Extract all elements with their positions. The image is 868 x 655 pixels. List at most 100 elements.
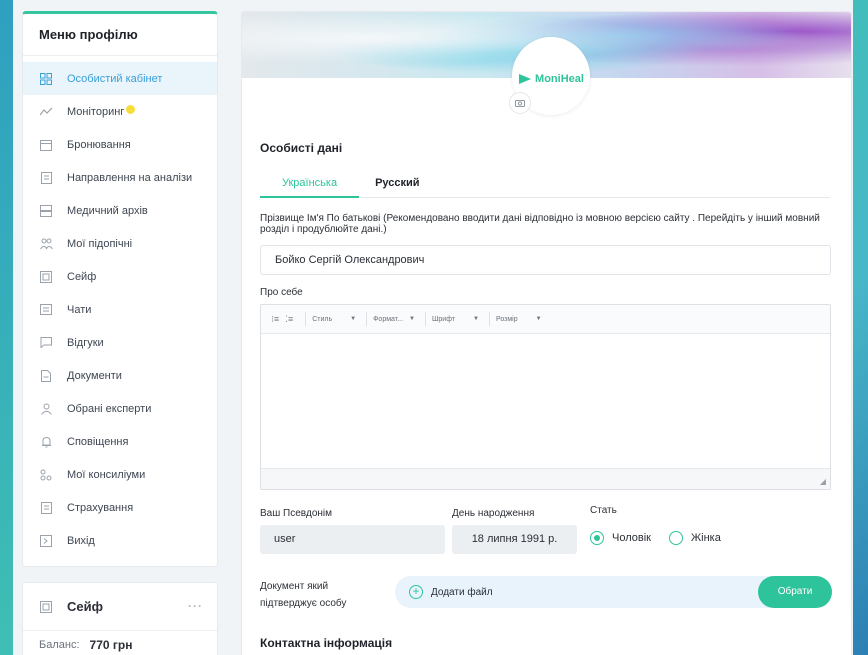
tab-ukrainian[interactable]: Українська xyxy=(260,170,360,198)
sidebar-item-label: Мої консиліуми xyxy=(67,468,146,481)
editor-toolbar: ⁝≡ ⁚≡ Стиль ▼ Формат... ▼ Шрифт ▼ Розмір ▼ xyxy=(261,305,830,334)
sidebar-item-label: Документи xyxy=(67,369,122,382)
sidebar-item-label: Чати xyxy=(67,303,92,316)
user-icon xyxy=(39,402,53,416)
nickname-label: Ваш Псевдонім xyxy=(260,508,332,519)
profile-sidebar: Меню профілю Особистий кабінет Моніторин… xyxy=(22,11,218,567)
gender-radio-group: Чоловік Жінка xyxy=(590,531,739,545)
insurance-icon xyxy=(39,501,53,515)
profile-main-panel: MoniHeal Особисті дані Українська Русски… xyxy=(241,11,852,655)
gender-female-label: Жінка xyxy=(690,532,721,544)
contact-info-title: Контактна інформація xyxy=(260,636,393,650)
sidebar-item-label: Бронювання xyxy=(67,138,131,151)
choose-file-button[interactable]: Обрати xyxy=(758,576,832,608)
gender-female-radio[interactable]: Жінка xyxy=(668,531,721,545)
safe-card: Сейф ··· Баланс: 770 грн xyxy=(22,582,218,655)
chevron-down-icon: ▼ xyxy=(350,316,357,322)
gender-male-label: Чоловік xyxy=(612,532,651,544)
play-icon xyxy=(519,74,532,84)
brand-name: MoniHeal xyxy=(535,73,584,85)
review-icon xyxy=(39,336,53,350)
tab-russian[interactable]: Русский xyxy=(359,170,435,198)
sidebar-item-label: Вихід xyxy=(67,534,95,547)
style-dropdown-label: Стиль xyxy=(312,315,333,323)
sidebar-item-chats[interactable]: Чати xyxy=(23,293,217,326)
sidebar-item-monitoring[interactable]: Моніторинг xyxy=(23,95,217,128)
identity-document-label-line1: Документ який xyxy=(260,581,329,592)
about-label: Про себе xyxy=(260,287,303,298)
size-dropdown[interactable]: Розмір ▼ xyxy=(496,316,542,323)
nickname-field[interactable]: user xyxy=(260,525,445,554)
sidebar-title: Меню профілю xyxy=(23,14,217,56)
brand-logo: MoniHeal xyxy=(518,73,584,85)
add-file-icon[interactable]: + xyxy=(409,585,423,599)
size-dropdown-label: Розмір xyxy=(495,315,518,323)
gender-male-radio[interactable]: Чоловік xyxy=(590,531,651,545)
sidebar-menu: Особистий кабінет Моніторинг Бронювання … xyxy=(23,56,217,557)
radio-selected-icon xyxy=(590,531,604,545)
toolbar-divider xyxy=(366,312,368,326)
chevron-down-icon: ▼ xyxy=(473,316,479,322)
gender-label: Стать xyxy=(590,505,617,516)
sidebar-item-lab-referrals[interactable]: Направлення на аналізи xyxy=(23,161,217,194)
camera-icon xyxy=(515,100,525,107)
safe-icon xyxy=(39,600,53,614)
format-dropdown[interactable]: Формат... ▼ xyxy=(373,316,415,323)
identity-document-upload: + Додати файл Обрати xyxy=(395,576,832,608)
sidebar-item-logout[interactable]: Вихід xyxy=(23,524,217,557)
sidebar-item-label: Мої підопічні xyxy=(67,237,133,250)
editor-statusbar: ◢ xyxy=(261,468,830,489)
change-photo-button[interactable] xyxy=(509,92,531,114)
sidebar-item-booking[interactable]: Бронювання xyxy=(23,128,217,161)
balance-value: 770 грн xyxy=(89,638,133,652)
dashboard-icon xyxy=(39,72,53,86)
font-dropdown[interactable]: Шрифт ▼ xyxy=(432,316,479,323)
style-dropdown[interactable]: Стиль ▼ xyxy=(312,316,356,323)
chevron-down-icon: ▼ xyxy=(409,316,415,322)
sidebar-item-label: Відгуки xyxy=(67,336,104,349)
birthday-field[interactable]: 18 липня 1991 р. xyxy=(452,525,577,554)
sidebar-item-medical-archive[interactable]: Медичний архів xyxy=(23,194,217,227)
numbered-list-icon[interactable]: ⁝≡ xyxy=(271,314,279,325)
balance-row: Баланс: 770 грн xyxy=(23,631,217,655)
sidebar-item-label: Сейф xyxy=(67,270,97,283)
resize-handle-icon[interactable]: ◢ xyxy=(820,477,826,486)
toolbar-divider xyxy=(425,312,426,326)
chevron-down-icon: ▼ xyxy=(535,316,542,322)
sidebar-item-notifications[interactable]: Сповіщення xyxy=(23,425,217,458)
bell-icon xyxy=(39,435,53,449)
bulleted-list-icon[interactable]: ⁚≡ xyxy=(285,314,293,325)
calendar-icon xyxy=(39,138,53,152)
full-name-field[interactable]: Бойко Сергій Олександрович xyxy=(260,245,831,275)
sidebar-item-wards[interactable]: Мої підопічні xyxy=(23,227,217,260)
safe-card-header: Сейф ··· xyxy=(23,583,217,631)
notification-badge xyxy=(126,105,136,114)
about-editor: ⁝≡ ⁚≡ Стиль ▼ Формат... ▼ Шрифт ▼ Розмір ▼ ◢ xyxy=(260,304,831,490)
add-file-link[interactable]: Додати файл xyxy=(431,587,493,598)
sidebar-item-label: Сповіщення xyxy=(67,435,129,448)
about-textarea[interactable] xyxy=(261,334,830,468)
sidebar-item-favorite-experts[interactable]: Обрані експерти xyxy=(23,392,217,425)
sidebar-item-insurance[interactable]: Страхування xyxy=(23,491,217,524)
logout-icon xyxy=(39,534,53,548)
personal-data-title: Особисті дані xyxy=(260,141,343,155)
sidebar-item-documents[interactable]: Документи xyxy=(23,359,217,392)
archive-icon xyxy=(39,204,53,218)
radio-empty-icon xyxy=(668,531,683,545)
safe-icon xyxy=(39,270,53,284)
identity-document-label-line2: підтверджує особу xyxy=(260,598,347,609)
sidebar-item-safe[interactable]: Сейф xyxy=(23,260,217,293)
sidebar-item-councils[interactable]: Мої консиліуми xyxy=(23,458,217,491)
sidebar-item-reviews[interactable]: Відгуки xyxy=(23,326,217,359)
toolbar-divider xyxy=(305,312,307,326)
document-icon xyxy=(39,369,53,383)
identity-document-label: Документ який підтверджує особу xyxy=(260,578,346,612)
people-icon xyxy=(39,237,53,251)
sidebar-item-personal-cabinet[interactable]: Особистий кабінет xyxy=(23,62,217,95)
more-options-icon[interactable]: ··· xyxy=(188,599,203,613)
sidebar-item-label: Направлення на аналізи xyxy=(67,171,193,184)
full-name-hint: Прізвище Ім'я По батькові (Рекомендовано… xyxy=(260,213,820,235)
sidebar-item-label: Медичний архів xyxy=(67,204,148,217)
council-icon xyxy=(39,468,53,482)
toolbar-divider xyxy=(488,312,490,326)
